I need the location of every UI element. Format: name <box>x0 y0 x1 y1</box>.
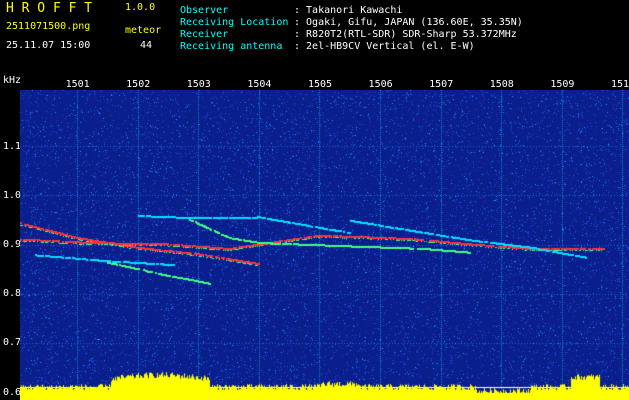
y-axis-unit: kHz <box>3 75 22 86</box>
location-label: Receiving Location <box>180 17 289 28</box>
receiver-label: Receiver <box>180 29 229 40</box>
x-tick-label: 1502 <box>126 79 151 90</box>
app-version: 1.0.0 <box>125 2 156 13</box>
x-tick-label: 1510 <box>610 79 629 90</box>
observer-value: : Takanori Kawachi <box>294 5 403 16</box>
y-tick-label: 0.6 <box>3 386 22 398</box>
meteor-label: meteor <box>125 25 162 36</box>
meteor-count: 44 <box>140 40 153 51</box>
antenna-label: Receiving antenna <box>180 41 283 52</box>
x-tick-label: 1503 <box>186 79 211 90</box>
x-tick-label: 1506 <box>368 79 393 90</box>
y-tick-label: 0.8 <box>3 288 22 300</box>
antenna-value: : 2el-HB9CV Vertical (el. E-W) <box>294 41 475 52</box>
hroffft-window: { "header": { "app_name": "H R O F F T",… <box>0 0 629 400</box>
x-tick-label: 1507 <box>429 79 454 90</box>
observation-timestamp: 25.11.07 15:00 <box>6 40 91 51</box>
y-tick-label: 0.9 <box>3 239 22 250</box>
observer-label: Observer <box>180 5 229 16</box>
location-value: : Ogaki, Gifu, JAPAN (136.60E, 35.35N) <box>294 17 523 28</box>
app-title: H R O F F T <box>6 1 93 16</box>
file-name: 2511071500.png <box>6 21 91 32</box>
receiver-value: : R820T2(RTL-SDR) SDR-Sharp 53.372MHz <box>294 29 517 40</box>
x-tick-label: 1501 <box>65 79 90 90</box>
y-tick-label: 0.7 <box>3 337 22 349</box>
x-tick-label: 1509 <box>550 79 575 90</box>
x-tick-label: 1504 <box>247 79 272 90</box>
x-tick-label: 1508 <box>489 79 514 90</box>
y-tick-label: 1.0 <box>3 189 22 201</box>
spectrogram-plot <box>20 90 629 400</box>
x-tick-label: 1505 <box>307 79 333 90</box>
y-tick-label: 1.1 <box>3 140 22 152</box>
